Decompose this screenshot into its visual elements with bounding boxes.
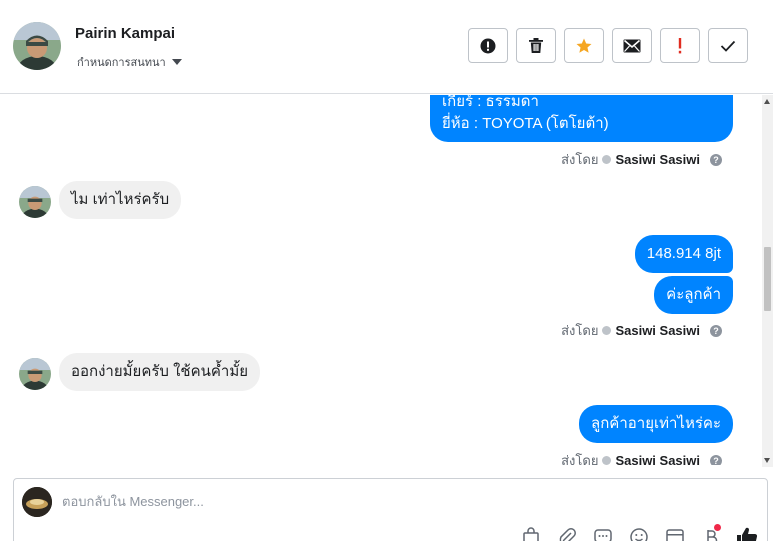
incoming-message[interactable]: ไม เท่าไหร่ครับ: [59, 181, 182, 219]
star-button[interactable]: [564, 28, 604, 63]
appointment-button[interactable]: [663, 525, 687, 541]
outgoing-message[interactable]: ค่ะลูกค้า: [654, 276, 733, 314]
attach-button[interactable]: [555, 525, 579, 541]
reply-input[interactable]: [62, 494, 662, 509]
check-circle-icon: [602, 326, 612, 335]
checkmark-icon: [720, 40, 736, 52]
emoji-button[interactable]: [627, 525, 651, 541]
saved-replies-icon: [594, 529, 612, 541]
scroll-up-arrow-icon[interactable]: [764, 99, 770, 104]
shopping-bag-icon: [523, 527, 539, 541]
mark-done-button[interactable]: [708, 28, 748, 63]
status-label: กำหนดการสนทนา: [77, 57, 166, 69]
outgoing-message[interactable]: ลูกค้าอายุเท่าไหร่คะ: [579, 405, 733, 443]
envelope-icon: [623, 39, 641, 52]
scroll-thumb[interactable]: [764, 247, 771, 311]
saved-replies-button[interactable]: [591, 525, 615, 541]
sent-by-text: ส่งโดย: [561, 323, 599, 338]
mark-unread-button[interactable]: [612, 28, 652, 63]
delete-button[interactable]: [516, 28, 556, 63]
incoming-message[interactable]: ออกง่ายมั้ยครับ ใช้คนค้ำมั้ย: [59, 353, 261, 391]
message-thread[interactable]: เกียร์ : ธรรมดา ยี่ห้อ : TOYOTA (โตโยต้า…: [0, 95, 762, 465]
check-circle-icon: [602, 456, 612, 465]
emoji-icon: [630, 528, 648, 541]
agent-name[interactable]: Sasiwi Sasiwi: [615, 323, 700, 338]
caret-down-icon: [171, 59, 182, 65]
exclamation-icon: [678, 37, 682, 53]
conversation-header: Pairin Kampai กำหนดการสนทนา: [0, 0, 773, 94]
outgoing-message[interactable]: 148.914 8jt: [634, 235, 733, 273]
agent-name[interactable]: Sasiwi Sasiwi: [615, 152, 700, 167]
star-icon: [576, 38, 592, 53]
shopping-bag-button[interactable]: [519, 525, 543, 541]
follow-up-button[interactable]: [660, 28, 700, 63]
paperclip-icon: [559, 528, 576, 541]
header-actions: [468, 28, 748, 63]
agent-name[interactable]: Sasiwi Sasiwi: [615, 453, 700, 465]
help-icon[interactable]: ?: [710, 454, 722, 465]
report-spam-button[interactable]: [468, 28, 508, 63]
page-avatar: [22, 487, 52, 517]
exclamation-circle-icon: [480, 38, 496, 53]
check-circle-icon: [602, 155, 612, 164]
help-icon[interactable]: ?: [710, 324, 722, 337]
sent-by-text: ส่งโดย: [561, 152, 599, 167]
sent-by-label: ส่งโดย Sasiwi Sasiwi ?: [561, 149, 722, 170]
trash-icon: [529, 38, 543, 53]
sent-by-text: ส่งโดย: [561, 453, 599, 465]
thread-scrollbar[interactable]: [762, 95, 773, 467]
outgoing-message[interactable]: เกียร์ : ธรรมดา ยี่ห้อ : TOYOTA (โตโยต้า…: [430, 95, 733, 142]
calendar-icon: [666, 529, 684, 541]
contact-name[interactable]: Pairin Kampai: [75, 25, 175, 42]
help-icon[interactable]: ?: [710, 153, 722, 166]
contact-avatar-small[interactable]: [19, 358, 51, 390]
contact-avatar-small[interactable]: [19, 186, 51, 218]
contact-avatar[interactable]: [13, 22, 61, 70]
message-line: ยี่ห้อ : TOYOTA (โตโยต้า): [442, 115, 609, 132]
reply-composer: [13, 478, 768, 541]
message-line: เกียร์ : ธรรมดา: [442, 95, 539, 110]
composer-toolbar: [519, 524, 759, 541]
like-button[interactable]: [735, 525, 759, 541]
payment-button[interactable]: [699, 524, 723, 541]
scroll-down-arrow-icon[interactable]: [764, 458, 770, 463]
like-icon: [737, 527, 758, 541]
conversation-status-dropdown[interactable]: กำหนดการสนทนา: [77, 53, 182, 71]
notification-dot: [714, 524, 721, 531]
sent-by-label: ส่งโดย Sasiwi Sasiwi ?: [561, 320, 722, 341]
sent-by-label: ส่งโดย Sasiwi Sasiwi ?: [561, 450, 722, 465]
